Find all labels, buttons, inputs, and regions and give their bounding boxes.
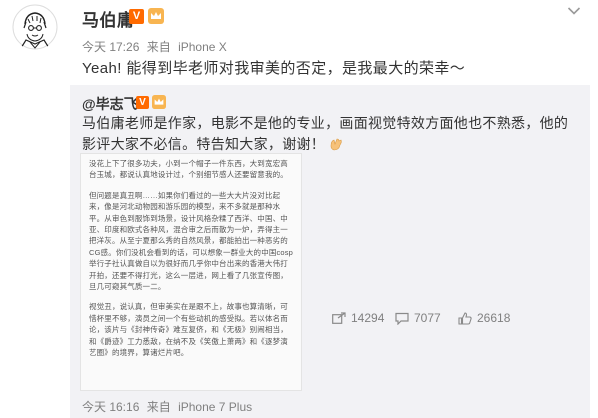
repost-text-container: 马伯庸老师是作家，电影不是他的专业，画面视觉特效方面他也不熟悉，他的影评大家不必…: [82, 113, 582, 155]
post-device[interactable]: iPhone X: [178, 40, 227, 54]
attached-image[interactable]: 没花上下了很多功夫，小到一个帽子一件东西，大到宽宏高台玉城，都说认真地设计过，个…: [80, 153, 302, 391]
repost-box: @毕志飞 V 马伯庸老师是作家，电影不是他的专业，画面视觉特效方面他也不熟悉，他…: [70, 85, 590, 418]
repost-author[interactable]: @毕志飞: [82, 94, 138, 114]
share-button[interactable]: 14294: [332, 311, 384, 325]
thumbs-up-icon: [458, 311, 472, 325]
image-paragraph: 视觉丑，说认真，但审美实在是跟不上，故事也算清晰，可惜杯里不够，演员之间一个有些…: [89, 302, 288, 358]
repost-text: 马伯庸老师是作家，电影不是他的专业，画面视觉特效方面他也不熟悉，他的影评大家不必…: [82, 115, 569, 152]
avatar-sketch-icon: [12, 4, 58, 50]
share-icon: [332, 312, 346, 324]
comment-button[interactable]: 7077: [395, 311, 441, 325]
image-paragraph: 没花上下了很多功夫，小到一个帽子一件东西，大到宽宏高台玉城，都说认真地设计过，个…: [89, 159, 288, 180]
username[interactable]: 马伯庸: [82, 6, 135, 31]
user-avatar[interactable]: [12, 4, 58, 50]
clap-emoji-icon: [330, 138, 342, 151]
repost-time[interactable]: 今天 16:16: [82, 400, 139, 414]
comment-count: 7077: [414, 311, 441, 325]
post-meta: 今天 17:26 来自 iPhone X: [82, 38, 231, 55]
like-count: 26618: [477, 311, 511, 325]
weibo-post-card: 马伯庸 V 今天 17:26 来自 iPhone X Yeah! 能得到毕老师对…: [0, 0, 598, 418]
crown-icon[interactable]: [148, 8, 164, 24]
post-source-prefix: 来自: [146, 40, 171, 54]
repost-crown-icon[interactable]: [152, 95, 166, 109]
image-paragraph: 但问题是真丑啊……如果你们看过的一些大大片没对比起来，像是河北动物园和游乐园的模…: [89, 190, 293, 292]
share-count: 14294: [351, 311, 385, 325]
verified-badge[interactable]: V: [129, 9, 144, 24]
chevron-down-icon[interactable]: [567, 6, 581, 16]
repost-verified-badge[interactable]: V: [136, 96, 149, 109]
repost-meta: 今天 16:16 来自 iPhone 7 Plus: [82, 398, 256, 415]
post-time[interactable]: 今天 17:26: [82, 40, 139, 54]
repost-source-prefix: 来自: [146, 400, 171, 414]
repost-device[interactable]: iPhone 7 Plus: [178, 400, 252, 414]
like-button[interactable]: 26618: [458, 311, 510, 325]
post-text: Yeah! 能得到毕老师对我审美的否定，是我最大的荣幸～: [82, 60, 466, 77]
comment-icon: [395, 312, 409, 325]
